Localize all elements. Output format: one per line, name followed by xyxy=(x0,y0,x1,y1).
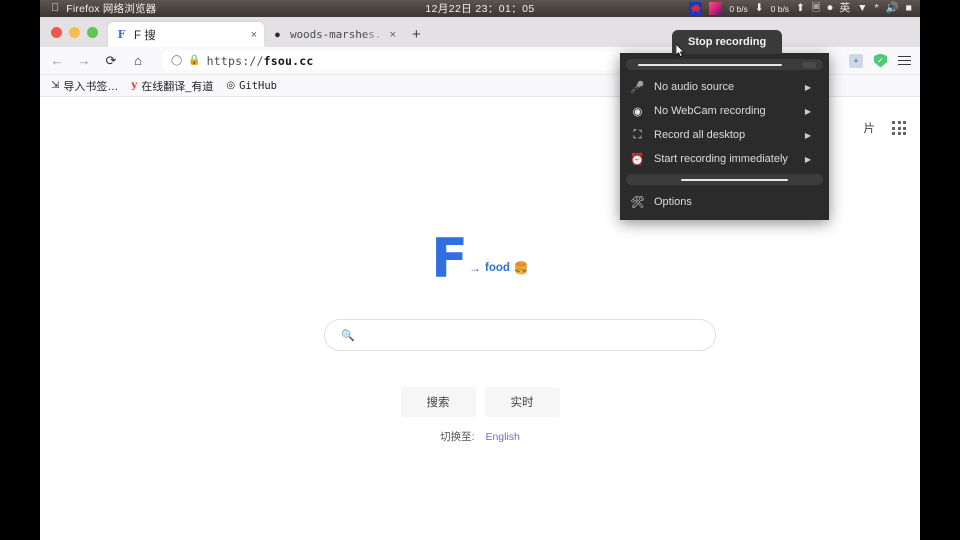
toolbox-icon: 🛠 xyxy=(630,197,645,209)
url-text: https://fsou.cc xyxy=(206,53,314,68)
lock-icon[interactable]: 🔒 xyxy=(188,55,200,66)
fsou-f-icon: F xyxy=(117,28,126,41)
tab-title: F 搜 xyxy=(134,29,156,42)
tab-title: woods-marshes. xyxy=(290,28,382,41)
bookmark-label: GitHub xyxy=(239,79,277,92)
chevron-right-icon: ▶ xyxy=(804,130,811,140)
menu-item-options[interactable]: 🛠 Options xyxy=(620,190,829,214)
upload-speed: 0 b/s xyxy=(770,3,790,14)
github-icon: ◎ xyxy=(226,80,236,91)
cube-icon[interactable] xyxy=(709,2,723,15)
chevron-right-icon: ▶ xyxy=(804,106,811,116)
page-top-right: 片 xyxy=(864,120,906,136)
maximize-window-button[interactable] xyxy=(87,26,98,38)
menu-item-label: Record all desktop xyxy=(654,129,746,141)
desktop-menubar:  Firefox 网络浏览器 12月22日 23：01：05 0 b/s ⬇ … xyxy=(40,0,920,17)
github-icon: ● xyxy=(274,28,281,41)
tracking-protection-icon[interactable]: ◯ xyxy=(171,55,182,66)
tab-fsou[interactable]: F F 搜 × xyxy=(108,22,264,47)
hamburger-food-icon: 🍔 xyxy=(513,261,529,276)
menu-item-audio-source[interactable]: 🎤 No audio source ▶ xyxy=(620,75,829,99)
search-box[interactable]: 🔍 xyxy=(324,319,716,351)
logo-word: food xyxy=(485,262,510,275)
stop-recording-tooltip[interactable]: Stop recording xyxy=(672,30,783,54)
search-buttons: 搜索 实时 xyxy=(40,387,920,417)
wifi-icon[interactable]: ▼ xyxy=(857,3,867,14)
mouse-cursor xyxy=(676,44,685,57)
accessibility-icon[interactable]: ⏺ xyxy=(827,3,832,14)
tab-woods-marshes[interactable]: ● woods-marshes. × xyxy=(264,22,403,47)
bookmark-label: 在线翻译_有道 xyxy=(141,80,214,93)
right-letterbox xyxy=(920,0,960,540)
download-speed: 0 b/s xyxy=(729,3,748,14)
youdao-icon: y xyxy=(131,80,138,91)
logo-tail: → food 🍔 xyxy=(469,261,529,281)
microphone-icon: 🎤 xyxy=(630,82,645,94)
back-button[interactable]: ← xyxy=(49,53,65,69)
upload-arrow-icon: ⬆ xyxy=(796,2,805,15)
extension-icon[interactable]: + xyxy=(849,53,863,68)
search-icon: 🔍 xyxy=(341,329,355,342)
game-icon[interactable] xyxy=(689,2,703,15)
forward-button[interactable]: → xyxy=(76,53,92,69)
realtime-button[interactable]: 实时 xyxy=(484,387,560,417)
bookmark-youdao[interactable]: y 在线翻译_有道 xyxy=(131,78,213,94)
english-link[interactable]: English xyxy=(485,431,519,443)
toolbar-right: + ✓ xyxy=(840,53,911,68)
bookmark-import[interactable]: ⇲ 导入书签… xyxy=(51,78,118,94)
volume-icon[interactable]: 🔊 xyxy=(886,3,899,14)
recorder-popup-menu: 🎤 No audio source ▶ ◉ No WebCam recordin… xyxy=(620,53,829,220)
site-logo: F → food 🍔 xyxy=(40,227,920,290)
images-link[interactable]: 片 xyxy=(864,120,876,136)
chevron-right-icon: ▶ xyxy=(804,82,811,92)
webcam-icon: ◉ xyxy=(632,106,643,118)
menu-item-record-desktop[interactable]: ⛶ Record all desktop ▶ xyxy=(620,123,829,147)
home-button[interactable]: ⌂ xyxy=(130,53,146,69)
new-tab-button[interactable]: + xyxy=(403,22,430,47)
screen:  Firefox 网络浏览器 12月22日 23：01：05 0 b/s ⬇ … xyxy=(0,0,960,540)
battery-icon[interactable]: ■ xyxy=(906,3,912,14)
menu-item-label: Start recording immediately xyxy=(654,153,788,165)
switch-label: 切换至: xyxy=(440,431,475,443)
reload-button[interactable]: ⟳ xyxy=(103,53,119,69)
bookmark-label: 导入书签… xyxy=(63,80,119,93)
bookmark-github[interactable]: ◎ GitHub xyxy=(226,80,277,92)
window-controls xyxy=(51,17,108,47)
hamburger-menu-icon[interactable] xyxy=(898,55,911,66)
alarm-clock-icon: ⏰ xyxy=(630,154,645,166)
arrow-right-icon: → xyxy=(469,261,482,276)
adblock-shield-icon[interactable]: ✓ xyxy=(874,53,887,68)
import-bookmarks-icon: ⇲ xyxy=(51,80,60,91)
language-switch: 切换至: English xyxy=(40,429,920,444)
menubar-tray: 0 b/s ⬇ 0 b/s ⬆ 🗏 ⏺ 英 ▼ * 🔊 ■ xyxy=(689,0,912,17)
logo-letter: F xyxy=(431,227,468,290)
chevron-right-icon: ▶ xyxy=(804,154,811,164)
bluetooth-icon[interactable]: * xyxy=(874,3,878,14)
close-window-button[interactable] xyxy=(51,26,62,38)
menu-item-webcam[interactable]: ◉ No WebCam recording ▶ xyxy=(620,99,829,123)
menu-divider-bottom[interactable] xyxy=(626,174,823,185)
left-letterbox xyxy=(0,0,40,540)
menu-item-start-immediately[interactable]: ⏰ Start recording immediately ▶ xyxy=(620,147,829,171)
menu-item-label: Options xyxy=(654,196,692,208)
download-arrow-icon: ⬇ xyxy=(754,2,764,15)
search-button[interactable]: 搜索 xyxy=(400,387,476,417)
menu-divider-top[interactable] xyxy=(626,59,823,70)
minimize-window-button[interactable] xyxy=(69,26,80,38)
tab-strip: F F 搜 × ● woods-marshes. × + xyxy=(40,17,920,47)
clipboard-icon[interactable]: 🗏 xyxy=(812,3,820,14)
menu-item-label: No WebCam recording xyxy=(654,105,766,117)
apps-grid-icon[interactable] xyxy=(892,121,906,135)
menu-item-label: No audio source xyxy=(654,81,735,93)
search-input[interactable] xyxy=(362,327,699,343)
close-tab-button[interactable]: × xyxy=(251,29,257,41)
close-tab-button[interactable]: × xyxy=(390,29,396,41)
fullscreen-frame-icon: ⛶ xyxy=(633,128,642,141)
input-method-icon[interactable]: 英 xyxy=(840,3,851,14)
